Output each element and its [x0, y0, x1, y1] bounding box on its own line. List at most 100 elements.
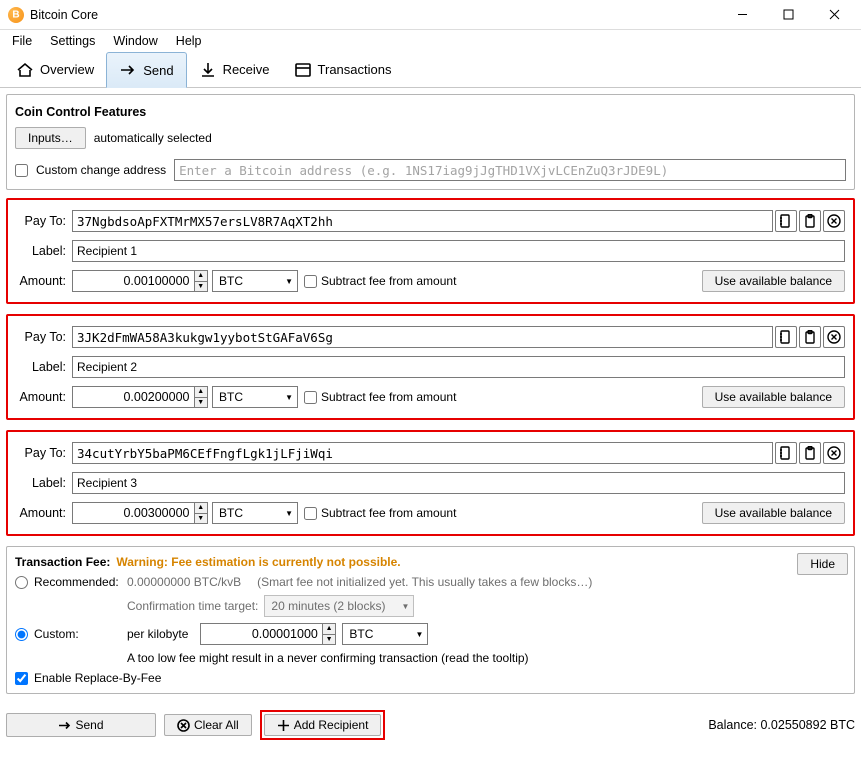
- spin-down[interactable]: ▼: [323, 635, 336, 645]
- amount-field[interactable]: [73, 387, 194, 407]
- payto-input[interactable]: [72, 210, 773, 232]
- close-button[interactable]: [811, 0, 857, 30]
- chevron-down-icon: ▼: [285, 277, 293, 286]
- custom-fee-amount-field[interactable]: [201, 624, 322, 644]
- remove-recipient-button[interactable]: [823, 442, 845, 464]
- paste-button[interactable]: [799, 442, 821, 464]
- spin-down[interactable]: ▼: [195, 514, 208, 524]
- remove-icon: [827, 446, 841, 460]
- amount-unit-select[interactable]: BTC ▼: [212, 270, 298, 292]
- label-input[interactable]: [72, 240, 845, 262]
- tab-overview-label: Overview: [40, 62, 94, 77]
- payto-input[interactable]: [72, 442, 773, 464]
- menu-window[interactable]: Window: [105, 32, 165, 50]
- spin-down[interactable]: ▼: [195, 398, 208, 408]
- custom-label: Custom:: [34, 627, 79, 641]
- clipboard-icon: [803, 214, 817, 228]
- send-icon: [58, 719, 71, 732]
- label-input[interactable]: [72, 356, 845, 378]
- label-input[interactable]: [72, 472, 845, 494]
- auto-selected-label: automatically selected: [94, 131, 212, 145]
- payto-label: Pay To:: [16, 214, 72, 228]
- recipient-block: Pay To: Label: Amount: ▲ ▼: [6, 314, 855, 420]
- custom-fee-unit-value: BTC: [349, 627, 373, 641]
- amount-label: Amount:: [16, 506, 72, 520]
- address-book-button[interactable]: [775, 326, 797, 348]
- change-address-input[interactable]: [174, 159, 846, 181]
- hide-fee-button[interactable]: Hide: [797, 553, 848, 575]
- subtract-fee-checkbox[interactable]: [304, 275, 317, 288]
- conf-target-select: 20 minutes (2 blocks) ▼: [264, 595, 414, 617]
- remove-recipient-button[interactable]: [823, 210, 845, 232]
- tab-transactions[interactable]: Transactions: [282, 52, 404, 87]
- send-button[interactable]: Send: [6, 713, 156, 737]
- footer: Send Clear All Add Recipient Balance: 0.…: [0, 708, 861, 746]
- conf-target-value: 20 minutes (2 blocks): [271, 599, 385, 613]
- use-available-balance-button[interactable]: Use available balance: [702, 270, 845, 292]
- close-icon: [829, 9, 840, 20]
- clipboard-icon: [803, 446, 817, 460]
- spin-up[interactable]: ▲: [195, 503, 208, 514]
- remove-recipient-button[interactable]: [823, 326, 845, 348]
- menu-file[interactable]: File: [4, 32, 40, 50]
- spin-up[interactable]: ▲: [323, 624, 336, 635]
- maximize-button[interactable]: [765, 0, 811, 30]
- custom-fee-radio[interactable]: [15, 628, 28, 641]
- amount-unit-select[interactable]: BTC ▼: [212, 386, 298, 408]
- recommended-radio[interactable]: [15, 576, 28, 589]
- payto-input[interactable]: [72, 326, 773, 348]
- label-label: Label:: [16, 244, 72, 258]
- menu-settings[interactable]: Settings: [42, 32, 103, 50]
- recommended-label: Recommended:: [34, 575, 119, 589]
- rbf-checkbox[interactable]: [15, 672, 28, 685]
- transactions-icon: [294, 61, 312, 79]
- address-book-button[interactable]: [775, 210, 797, 232]
- recipient-block: Pay To: Label: Amount: ▲ ▼: [6, 198, 855, 304]
- subtract-fee-label: Subtract fee from amount: [321, 274, 456, 288]
- address-book-icon: [779, 446, 793, 460]
- recommended-note: (Smart fee not initialized yet. This usu…: [257, 575, 592, 589]
- balance-value: 0.02550892 BTC: [760, 718, 855, 732]
- amount-field[interactable]: [73, 271, 194, 291]
- paste-button[interactable]: [799, 326, 821, 348]
- tab-receive[interactable]: Receive: [187, 52, 282, 87]
- use-available-balance-button[interactable]: Use available balance: [702, 502, 845, 524]
- use-available-balance-button[interactable]: Use available balance: [702, 386, 845, 408]
- address-book-icon: [779, 330, 793, 344]
- amount-unit-select[interactable]: BTC ▼: [212, 502, 298, 524]
- amount-input[interactable]: ▲ ▼: [72, 386, 208, 408]
- amount-label: Amount:: [16, 390, 72, 404]
- add-recipient-button[interactable]: Add Recipient: [264, 714, 382, 736]
- address-book-button[interactable]: [775, 442, 797, 464]
- subtract-fee-checkbox[interactable]: [304, 507, 317, 520]
- custom-fee-amount[interactable]: ▲ ▼: [200, 623, 336, 645]
- menubar: File Settings Window Help: [0, 30, 861, 52]
- clear-icon: [177, 719, 190, 732]
- subtract-fee-checkbox[interactable]: [304, 391, 317, 404]
- spin-down[interactable]: ▼: [195, 282, 208, 292]
- spin-up[interactable]: ▲: [195, 271, 208, 282]
- amount-unit-value: BTC: [219, 274, 243, 288]
- menu-help[interactable]: Help: [168, 32, 210, 50]
- spin-up[interactable]: ▲: [195, 387, 208, 398]
- send-icon: [119, 61, 137, 79]
- transaction-fee-group: Hide Transaction Fee: Warning: Fee estim…: [6, 546, 855, 694]
- paste-button[interactable]: [799, 210, 821, 232]
- amount-input[interactable]: ▲ ▼: [72, 270, 208, 292]
- tab-overview[interactable]: Overview: [4, 52, 106, 87]
- label-label: Label:: [16, 360, 72, 374]
- custom-change-checkbox[interactable]: [15, 164, 28, 177]
- clear-all-button[interactable]: Clear All: [164, 714, 252, 736]
- amount-unit-value: BTC: [219, 506, 243, 520]
- amount-field[interactable]: [73, 503, 194, 523]
- inputs-button[interactable]: Inputs…: [15, 127, 86, 149]
- fee-warning: Warning: Fee estimation is currently not…: [116, 555, 400, 569]
- amount-input[interactable]: ▲ ▼: [72, 502, 208, 524]
- minimize-button[interactable]: [719, 0, 765, 30]
- tab-transactions-label: Transactions: [318, 62, 392, 77]
- tab-send[interactable]: Send: [106, 52, 186, 88]
- custom-fee-unit-select[interactable]: BTC ▼: [342, 623, 428, 645]
- recommended-value: 0.00000000 BTC/kvB: [127, 575, 241, 589]
- chevron-down-icon: ▼: [285, 393, 293, 402]
- amount-label: Amount:: [16, 274, 72, 288]
